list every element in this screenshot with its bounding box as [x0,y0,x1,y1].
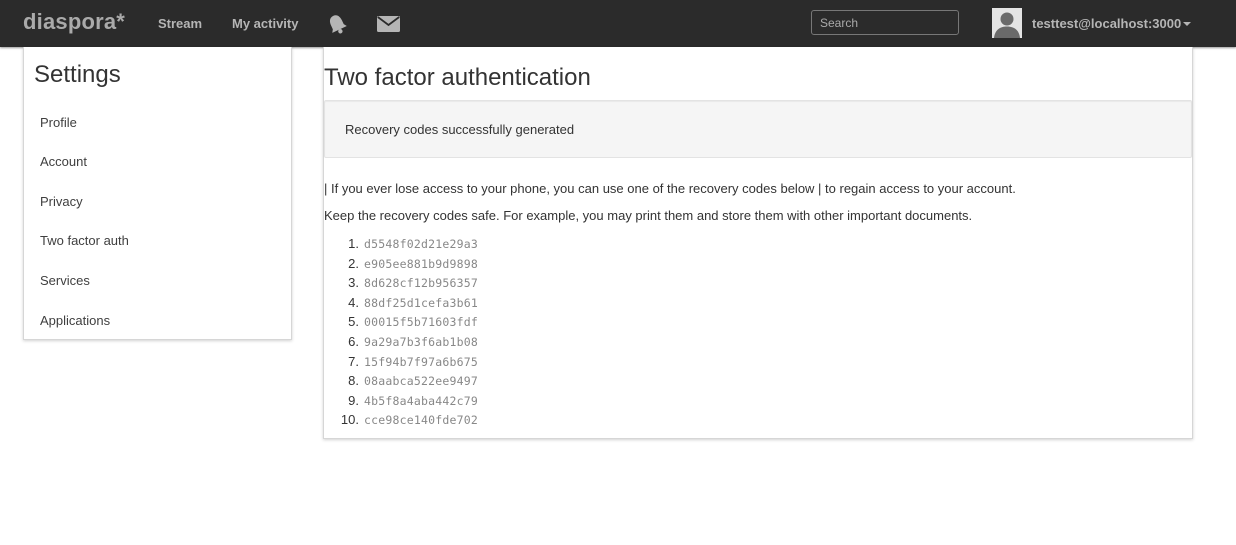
list-item-number: 9. [348,392,359,408]
flash-message: Recovery codes successfully generated [345,122,575,137]
list-item-number: 8. [348,373,359,389]
recovery-code: cce98ce140fde702 [364,413,478,428]
recovery-code: 15f94b7f97a6b675 [364,354,478,369]
list-item-number: 5. [348,314,359,330]
sidebar-item-profile[interactable]: Profile [40,115,77,130]
recovery-code: 9a29a7b3f6ab1b08 [364,335,478,349]
avatar[interactable] [992,8,1022,38]
sidebar-item-two-factor-auth[interactable]: Two factor auth [40,233,129,248]
main-panel: Two factor authentication Recovery codes… [323,47,1193,439]
list-item: 6. 9a29a7b3f6ab1b08 [324,334,524,352]
list-item: 9. 4b5f8a4aba442c79 [324,393,524,411]
sidebar-title: Settings [34,61,121,88]
recovery-code: d5548f02d21e29a3 [364,237,478,251]
list-item-number: 7. [348,353,359,369]
list-item-number: 4. [348,294,359,310]
list-item-number: 6. [348,334,359,349]
list-item-number: 10. [340,412,359,428]
list-item: 10. cce98ce140fde702 [324,412,524,430]
list-item-number: 2. [348,255,359,271]
list-item: 8. 08aabca522ee9497 [324,373,524,391]
list-item: 3. 8d628cf12b956357 [324,275,524,293]
brand-logo[interactable]: diaspora* [23,9,125,35]
list-item: 5. 00015f5b71603fdf [324,314,524,332]
top-navbar: diaspora* Stream My activity testtest@lo… [0,0,1236,47]
recovery-code: 8d628cf12b956357 [364,276,478,291]
chevron-down-icon[interactable] [1183,22,1191,26]
list-item: 7. 15f94b7f97a6b675 [324,354,524,372]
list-item: 2. e905ee881b9d9898 [324,256,524,274]
sidebar-item-services[interactable]: Services [40,273,90,288]
nav-stream[interactable]: Stream [158,16,202,31]
recovery-code: 08aabca522ee9497 [364,374,478,389]
user-silhouette-icon [992,8,1022,38]
search-input[interactable] [811,10,959,35]
recovery-safety-text: Keep the recovery codes safe. For exampl… [324,208,973,223]
sidebar-item-account[interactable]: Account [40,154,87,169]
nav-my-activity[interactable]: My activity [232,16,298,31]
recovery-info-text: | If you ever lose access to your phone,… [324,181,1016,196]
list-item-number: 1. [348,236,359,251]
recovery-code: e905ee881b9d9898 [364,256,478,271]
sidebar-item-privacy[interactable]: Privacy [40,194,83,209]
recovery-code: 88df25d1cefa3b61 [364,295,478,310]
mail-icon[interactable] [377,16,400,32]
list-item-number: 3. [348,275,359,291]
list-item: 1. d5548f02d21e29a3 [324,236,524,254]
recovery-code: 4b5f8a4aba442c79 [364,393,478,408]
user-menu-name[interactable]: testtest@localhost:3000 [1032,16,1181,31]
sidebar-item-applications[interactable]: Applications [40,313,110,328]
page-title: Two factor authentication [324,64,591,91]
settings-sidebar: Settings Profile Account Privacy Two fac… [23,47,292,340]
bell-icon[interactable] [326,13,348,35]
list-item: 4. 88df25d1cefa3b61 [324,295,524,313]
recovery-code: 00015f5b71603fdf [364,315,478,330]
flash-notice: Recovery codes successfully generated [324,100,1192,158]
